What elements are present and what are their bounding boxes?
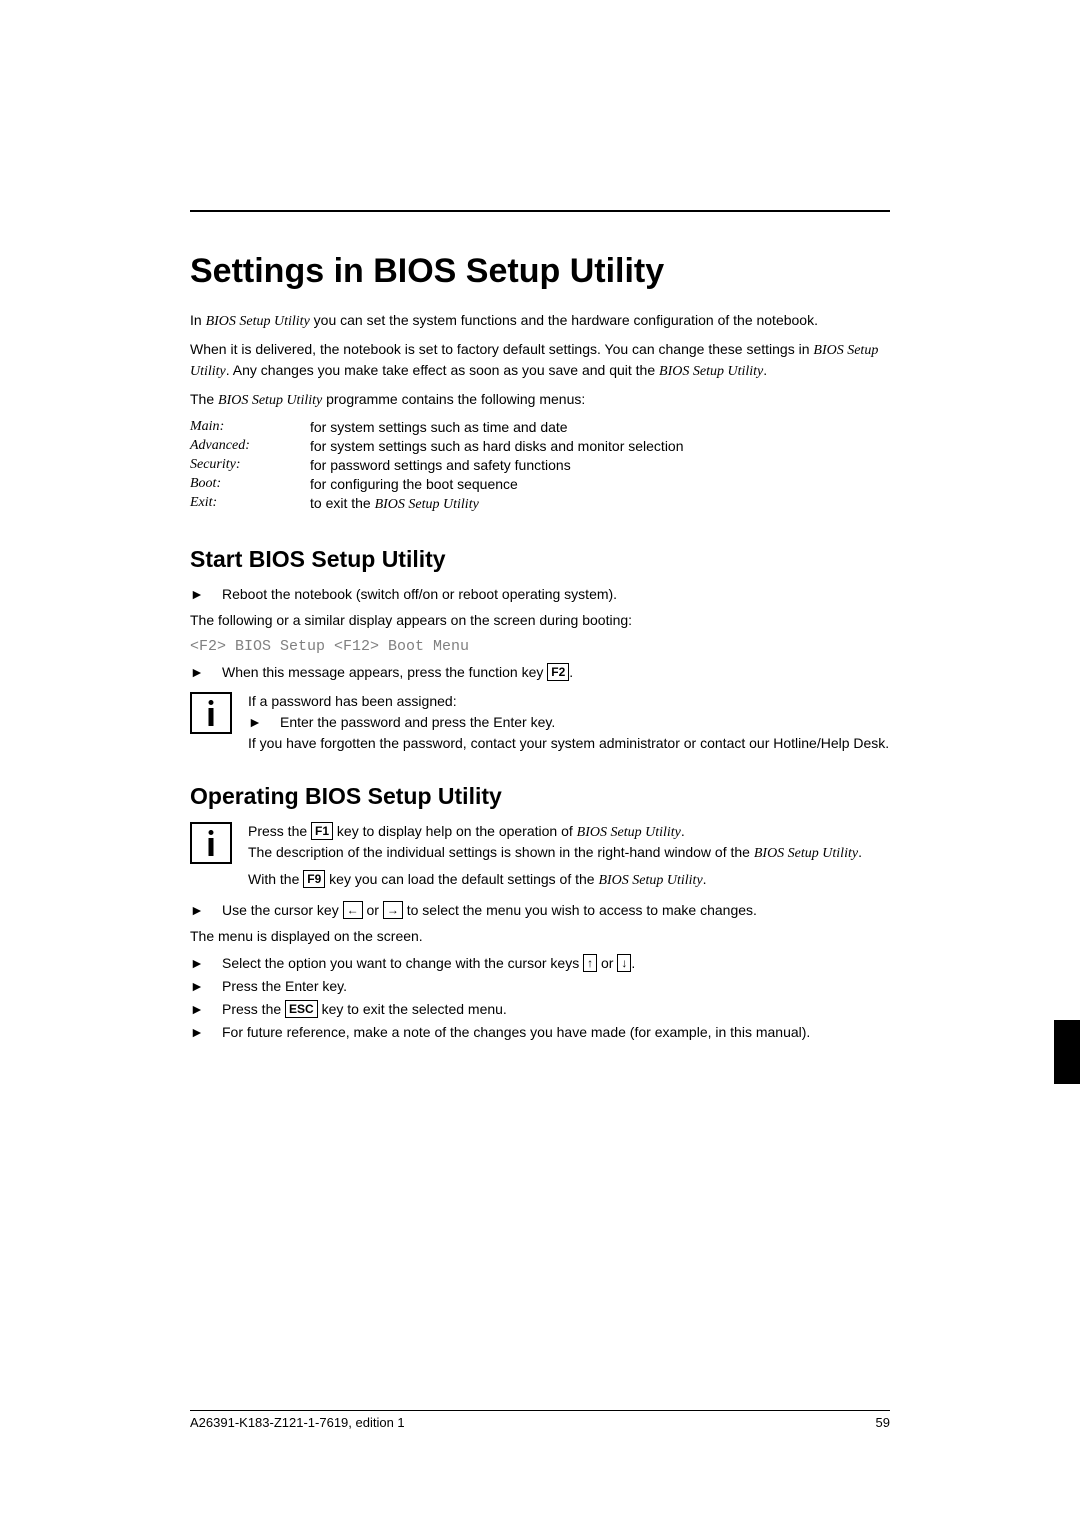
step: ► Select the option you want to change w…: [190, 954, 890, 973]
key-f2: F2: [547, 663, 569, 681]
key-down-arrow: ↓: [617, 954, 631, 972]
step-text: Press the Enter key.: [222, 977, 347, 996]
info-box: If a password has been assigned: ► Enter…: [190, 692, 890, 753]
step: ► Use the cursor key ← or → to select th…: [190, 901, 890, 920]
text: If a password has been assigned:: [248, 692, 890, 711]
bios-utility-name: BIOS Setup Utility: [218, 393, 322, 408]
menu-row: Boot: for configuring the boot sequence: [190, 476, 684, 495]
step: ► When this message appears, press the f…: [190, 663, 890, 682]
menu-row: Exit: to exit the BIOS Setup Utility: [190, 495, 684, 516]
bios-utility-name: BIOS Setup Utility: [206, 314, 310, 329]
menu-row: Main: for system settings such as time a…: [190, 419, 684, 438]
menu-desc: for configuring the boot sequence: [310, 476, 684, 495]
step-marker-icon: ►: [190, 663, 222, 682]
text: you can set the system functions and the…: [310, 312, 818, 328]
text: When it is delivered, the notebook is se…: [190, 341, 813, 357]
step-marker-icon: ►: [190, 1023, 222, 1042]
text: Press the F1 key to display help on the …: [248, 822, 890, 843]
text: If you have forgotten the password, cont…: [248, 734, 890, 753]
step-marker-icon: ►: [190, 585, 222, 604]
key-left-arrow: ←: [343, 901, 363, 919]
text: . Any changes you make take effect as so…: [226, 362, 659, 378]
text: The: [190, 391, 218, 407]
page-title: Settings in BIOS Setup Utility: [190, 252, 890, 291]
info-box: Press the F1 key to display help on the …: [190, 822, 890, 891]
menu-row: Advanced: for system settings such as ha…: [190, 438, 684, 457]
key-f1: F1: [311, 822, 333, 840]
step-text: Use the cursor key ← or → to select the …: [222, 901, 757, 920]
info-icon: [190, 692, 232, 734]
key-up-arrow: ↑: [583, 954, 597, 972]
menu-label: Main: [190, 419, 220, 434]
section-heading-start: Start BIOS Setup Utility: [190, 546, 890, 573]
step-marker-icon: ►: [190, 1000, 222, 1019]
side-tab: [1054, 1020, 1080, 1084]
menu-desc: to exit the BIOS Setup Utility: [310, 495, 684, 516]
footer-page-number: 59: [876, 1415, 890, 1430]
step-marker-icon: ►: [190, 954, 222, 973]
step: ► Press the Enter key.: [190, 977, 890, 996]
menu-label: Security: [190, 457, 236, 472]
step-marker-icon: ►: [190, 977, 222, 996]
key-f9: F9: [303, 870, 325, 888]
step-text: Press the ESC key to exit the selected m…: [222, 1000, 507, 1019]
page-footer: A26391-K183-Z121-1-7619, edition 1 59: [190, 1410, 890, 1430]
step-text: Select the option you want to change wit…: [222, 954, 635, 973]
section-heading-operating: Operating BIOS Setup Utility: [190, 783, 890, 810]
document-page: Settings in BIOS Setup Utility In BIOS S…: [0, 0, 1080, 1528]
key-esc: ESC: [285, 1000, 318, 1018]
step: ► Reboot the notebook (switch off/on or …: [190, 585, 890, 604]
step-text: When this message appears, press the fun…: [222, 663, 573, 682]
intro-p3: The BIOS Setup Utility programme contain…: [190, 390, 890, 411]
info-icon: [190, 822, 232, 864]
intro-p2: When it is delivered, the notebook is se…: [190, 340, 890, 382]
info-body: If a password has been assigned: ► Enter…: [248, 692, 890, 753]
text: .: [763, 362, 767, 378]
step: ► Enter the password and press the Enter…: [248, 713, 890, 732]
menu-row: Security: for password settings and safe…: [190, 457, 684, 476]
text: In: [190, 312, 206, 328]
step: ► For future reference, make a note of t…: [190, 1023, 890, 1042]
step-marker-icon: ►: [190, 901, 222, 920]
menu-table: Main: for system settings such as time a…: [190, 419, 684, 516]
menu-desc: for system settings such as time and dat…: [310, 419, 684, 438]
step-text: Reboot the notebook (switch off/on or re…: [222, 585, 617, 604]
intro-p1: In BIOS Setup Utility you can set the sy…: [190, 311, 890, 332]
top-rule: [190, 210, 890, 212]
text: The description of the individual settin…: [248, 843, 890, 864]
text: The following or a similar display appea…: [190, 611, 890, 630]
text: With the F9 key you can load the default…: [248, 870, 890, 891]
boot-message-code: <F2> BIOS Setup <F12> Boot Menu: [190, 638, 890, 655]
info-body: Press the F1 key to display help on the …: [248, 822, 890, 891]
footer-doc-id: A26391-K183-Z121-1-7619, edition 1: [190, 1415, 405, 1430]
menu-desc: for password settings and safety functio…: [310, 457, 684, 476]
menu-desc: for system settings such as hard disks a…: [310, 438, 684, 457]
key-right-arrow: →: [383, 901, 403, 919]
bios-utility-name: BIOS Setup Utility: [659, 364, 763, 379]
step: ► Press the ESC key to exit the selected…: [190, 1000, 890, 1019]
text: The menu is displayed on the screen.: [190, 927, 890, 946]
menu-label: Boot: [190, 476, 216, 491]
text: programme contains the following menus:: [322, 391, 585, 407]
step-text: Enter the password and press the Enter k…: [280, 713, 555, 732]
menu-label: Exit: [190, 495, 213, 510]
step-marker-icon: ►: [248, 713, 280, 732]
step-text: For future reference, make a note of the…: [222, 1023, 810, 1042]
menu-label: Advanced: [190, 438, 245, 453]
